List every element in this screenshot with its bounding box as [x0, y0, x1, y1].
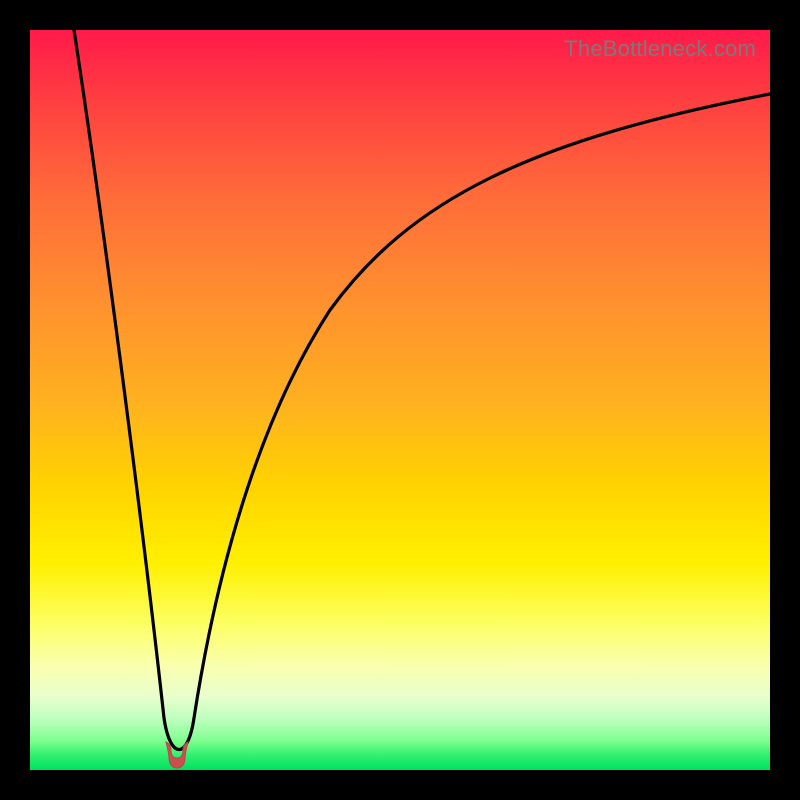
plot-area: TheBottleneck.com: [30, 30, 770, 770]
curve-path: [74, 30, 770, 750]
optimum-marker-shape: [166, 742, 188, 768]
bottleneck-curve: [30, 30, 770, 770]
optimum-marker: [160, 740, 194, 770]
